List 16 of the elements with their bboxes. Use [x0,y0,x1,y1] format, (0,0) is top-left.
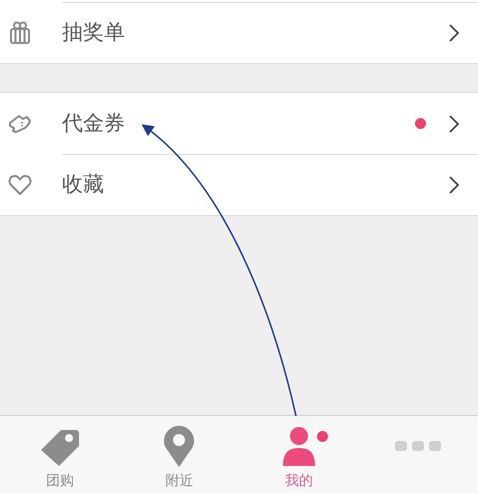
tab-label: 团购 [46,472,74,491]
chevron-right-icon [448,22,460,42]
chevron-right-icon [448,174,460,194]
menu-item[interactable]: 抽奖单 [0,2,478,63]
menu-item[interactable]: 代金券 [0,93,478,154]
location-pin-icon [163,425,196,467]
menu-label: 收藏 [62,170,104,198]
more-icon [395,439,442,453]
menu-label: 抽奖单 [62,18,125,46]
chevron-right-icon [448,114,460,134]
menu-item[interactable]: 收藏 [0,154,478,215]
gift-icon [7,20,33,46]
tab-label: 我的 [284,472,313,491]
tab-label: 附近 [165,472,194,491]
menu-label: 代金券 [62,110,125,137]
person-icon [280,426,317,466]
